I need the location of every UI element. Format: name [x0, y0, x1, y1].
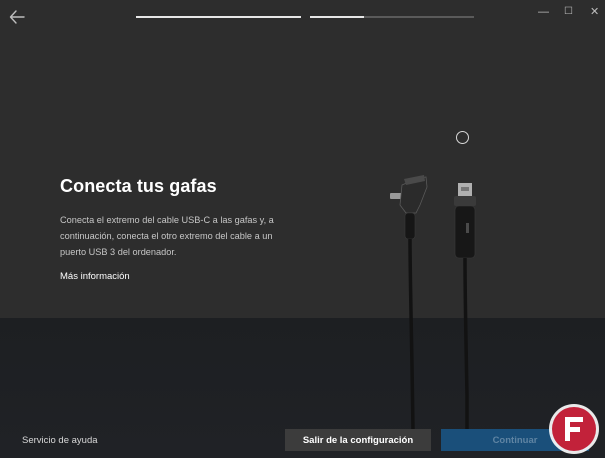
back-arrow-icon[interactable]	[8, 8, 26, 26]
page-title: Conecta tus gafas	[60, 176, 217, 196]
progress-step-1	[136, 16, 301, 18]
maximize-button[interactable]: ☐	[564, 5, 573, 19]
usb-c-angled-connector	[390, 175, 428, 240]
progress-step-2-fill	[310, 16, 365, 18]
watermark-logo	[549, 404, 599, 454]
usb-c-cable	[408, 238, 415, 430]
usb-a-connector	[454, 183, 476, 259]
progress-step-2	[310, 16, 474, 18]
instructions-text: Conecta el extremo del cable USB-C a las…	[60, 215, 274, 257]
close-button[interactable]: ✕	[590, 5, 599, 19]
loading-spinner-icon	[456, 131, 469, 144]
progress-step-1-fill	[136, 16, 301, 18]
minimize-button[interactable]: —	[538, 5, 549, 19]
help-service-link[interactable]: Servicio de ayuda	[22, 435, 98, 446]
usb-a-cable	[463, 257, 469, 430]
more-info-link[interactable]: Más información	[60, 271, 130, 282]
exit-setup-button[interactable]: Salir de la configuración	[285, 429, 431, 451]
usb-cable-illustration	[390, 175, 476, 430]
